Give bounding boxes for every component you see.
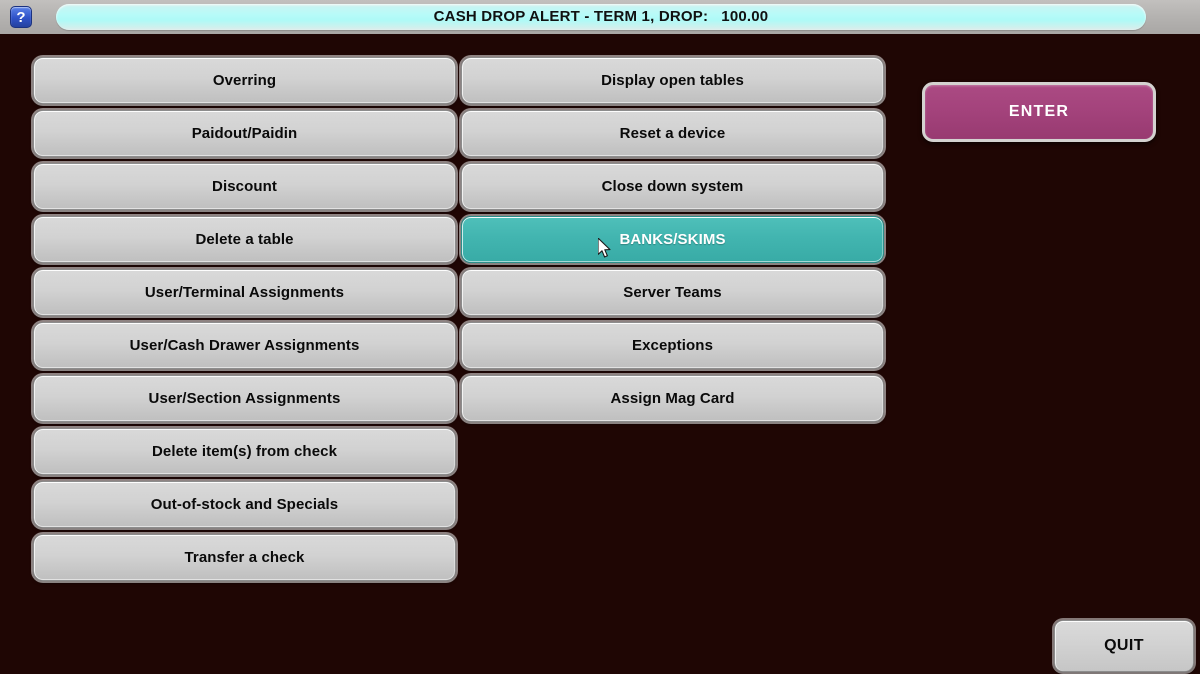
menu-button-overring[interactable]: Overring (33, 57, 456, 104)
menu-button-label: Delete item(s) from check (151, 443, 338, 460)
menu-button-label: Overring (212, 72, 277, 89)
menu-button-label: User/Section Assignments (148, 390, 341, 407)
menu-right-column: Display open tables Reset a device Close d… (461, 57, 884, 422)
pos-manager-functions-screen: ? CASH DROP ALERT - TERM 1, DROP: 100.00… (0, 0, 1200, 674)
menu-button-transfer-a-check[interactable]: Transfer a check (33, 534, 456, 581)
menu-button-discount[interactable]: Discount (33, 163, 456, 210)
menu-button-label: Display open tables (601, 72, 744, 89)
menu-button-label: User/Terminal Assignments (144, 284, 345, 301)
menu-button-label: Delete a table (195, 231, 294, 248)
menu-button-delete-item-s-from-check[interactable]: Delete item(s) from check (33, 428, 456, 475)
menu-button-label: Server Teams (623, 284, 722, 301)
menu-button-label: Reset a device (619, 125, 726, 142)
enter-button[interactable]: ENTER (922, 82, 1156, 142)
menu-button-label: Discount (212, 178, 277, 195)
menu-button-user-cash-drawer-assignments[interactable]: User/Cash Drawer Assignments (33, 322, 456, 369)
menu-button-user-section-assignments[interactable]: User/Section Assignments (33, 375, 456, 422)
title-banner: CASH DROP ALERT - TERM 1, DROP: 100.00 (56, 4, 1146, 30)
titlebar: ? CASH DROP ALERT - TERM 1, DROP: 100.00 (0, 0, 1200, 34)
menu-button-label: User/Cash Drawer Assignments (129, 337, 360, 354)
menu-button-assign-mag-card[interactable]: Assign Mag Card (461, 375, 884, 422)
menu-button-reset-a-device[interactable]: Reset a device (461, 110, 884, 157)
help-icon[interactable]: ? (10, 6, 32, 28)
menu-button-label: Transfer a check (184, 549, 305, 566)
menu-button-label: BANKS/SKIMS (619, 231, 726, 248)
menu-button-banks-skims[interactable]: BANKS/SKIMS (461, 216, 884, 263)
menu-button-server-teams[interactable]: Server Teams (461, 269, 884, 316)
quit-button[interactable]: QUIT (1054, 620, 1194, 672)
menu-button-label: Paidout/Paidin (191, 125, 298, 142)
menu-button-exceptions[interactable]: Exceptions (461, 322, 884, 369)
menu-button-label: Exceptions (631, 337, 714, 354)
menu-left-column: Overring Paidout/Paidin Discount Delete a t… (33, 57, 456, 581)
menu-button-paidout-paidin[interactable]: Paidout/Paidin (33, 110, 456, 157)
menu-button-delete-a-table[interactable]: Delete a table (33, 216, 456, 263)
menu-button-label: Assign Mag Card (610, 390, 735, 407)
menu-button-user-terminal-assignments[interactable]: User/Terminal Assignments (33, 269, 456, 316)
menu-button-out-of-stock-and-specials[interactable]: Out-of-stock and Specials (33, 481, 456, 528)
menu-button-close-down-system[interactable]: Close down system (461, 163, 884, 210)
menu-button-display-open-tables[interactable]: Display open tables (461, 57, 884, 104)
menu-button-label: Out-of-stock and Specials (150, 496, 339, 513)
page-title: CASH DROP ALERT - TERM 1, DROP: 100.00 (433, 8, 769, 25)
menu-button-label: Close down system (601, 178, 744, 195)
